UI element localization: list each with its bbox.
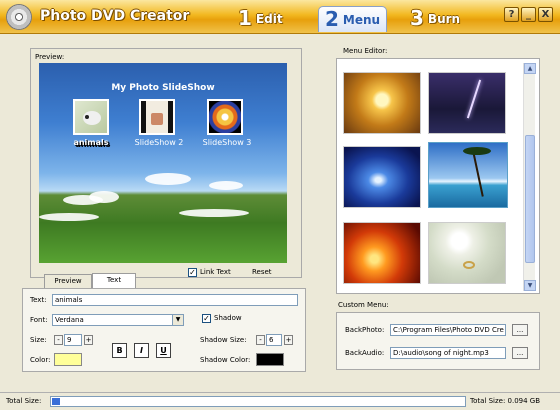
shadow-size-input[interactable]: 6 [266, 334, 282, 346]
menu-editor-label: Menu Editor: [343, 47, 388, 55]
step-edit-tab[interactable]: 1 Edit [238, 6, 283, 32]
thumbnail-label-animals[interactable]: animals [69, 138, 113, 147]
text-label: Text: [30, 296, 47, 304]
size-input[interactable]: 9 [64, 334, 82, 346]
menu-preview-canvas[interactable]: My Photo SlideShow animals SlideShow 2 S… [39, 63, 287, 263]
custom-menu-panel [336, 312, 540, 370]
status-bar: Total Size: Total Size: 0.094 GB [0, 392, 560, 410]
underline-button[interactable]: U [156, 343, 171, 358]
font-label: Font: [30, 316, 48, 324]
app-title: Photo DVD Creator [40, 8, 190, 24]
scroll-up-icon[interactable]: ▲ [524, 63, 536, 74]
step-number: 1 [238, 6, 252, 30]
step-menu-tab[interactable]: 2 Menu [318, 6, 388, 32]
color-label: Color: [30, 356, 51, 364]
menu-editor-scrollbar[interactable]: ▲ ▼ [523, 63, 536, 291]
text-input[interactable]: animals [52, 294, 298, 306]
step-burn-tab[interactable]: 3 Burn [410, 6, 460, 32]
bold-button[interactable]: B [112, 343, 127, 358]
size-increase-button[interactable]: + [84, 335, 93, 345]
link-text-label: Link Text [200, 268, 231, 276]
shadow-label: Shadow [214, 314, 242, 322]
scrollbar-thumb[interactable] [525, 135, 535, 263]
reset-link[interactable]: Reset [252, 268, 272, 276]
background-tile-palm-beach[interactable] [428, 142, 508, 208]
app-logo-disc-icon [6, 4, 32, 30]
step-label: Burn [427, 12, 461, 26]
title-bar: Photo DVD Creator 1 Edit 2 Menu 3 Burn ? _ … [0, 0, 560, 34]
back-photo-browse-button[interactable]: ... [512, 324, 528, 336]
thumbnail-label-2[interactable]: SlideShow 2 [131, 138, 187, 147]
step-number: 3 [410, 6, 424, 30]
disc-size-progress [50, 396, 466, 407]
shadow-size-increase-button[interactable]: + [284, 335, 293, 345]
custom-menu-label: Custom Menu: [338, 301, 389, 309]
minimize-button[interactable]: _ [521, 7, 536, 22]
scroll-down-icon[interactable]: ▼ [524, 280, 536, 291]
back-photo-label: BackPhoto: [345, 326, 385, 334]
size-label: Size: [30, 336, 47, 344]
shadow-checkbox[interactable]: ✓ [202, 314, 211, 323]
total-size-label: Total Size: [6, 397, 42, 405]
chevron-down-icon[interactable]: ▼ [172, 315, 183, 325]
link-text-checkbox[interactable]: ✓ [188, 268, 197, 277]
step-label: Edit [255, 12, 283, 26]
slideshow-thumbnail-3[interactable] [207, 99, 243, 135]
step-label: Menu [342, 13, 381, 27]
background-tile-blue-light[interactable] [343, 146, 421, 208]
back-audio-browse-button[interactable]: ... [512, 347, 528, 359]
italic-button[interactable]: I [134, 343, 149, 358]
disc-size-progress-fill [52, 398, 60, 405]
background-tile-lightning[interactable] [428, 72, 506, 134]
shadow-size-label: Shadow Size: [200, 336, 247, 344]
thumbnail-label-3[interactable]: SlideShow 3 [199, 138, 255, 147]
size-decrease-button[interactable]: - [54, 335, 63, 345]
font-select-value: Verdana [55, 316, 84, 324]
preview-menu-title: My Photo SlideShow [111, 83, 215, 93]
total-size-text: Total Size: 0.094 GB [470, 397, 541, 405]
step-number: 2 [325, 7, 339, 31]
background-tile-wedding-roses[interactable] [428, 222, 506, 284]
background-tile-solar-flare[interactable] [343, 222, 421, 284]
shadow-color-label: Shadow Color: [200, 356, 251, 364]
text-color-swatch[interactable] [54, 353, 82, 366]
back-audio-input[interactable]: D:\audio\song of night.mp3 [390, 347, 506, 359]
tab-preview[interactable]: Preview [44, 274, 92, 288]
background-tile-golden-sun[interactable] [343, 72, 421, 134]
back-photo-input[interactable]: C:\Program Files\Photo DVD Cre [390, 324, 506, 336]
slideshow-thumbnail-animals[interactable] [73, 99, 109, 135]
back-audio-label: BackAudio: [345, 349, 385, 357]
preview-label: Preview: [35, 53, 65, 61]
close-button[interactable]: X [538, 7, 553, 22]
shadow-size-decrease-button[interactable]: - [256, 335, 265, 345]
font-select[interactable]: Verdana [52, 314, 184, 326]
shadow-color-swatch[interactable] [256, 353, 284, 366]
slideshow-thumbnail-2[interactable] [139, 99, 175, 135]
tab-text[interactable]: Text [92, 273, 136, 288]
help-button[interactable]: ? [504, 7, 519, 22]
